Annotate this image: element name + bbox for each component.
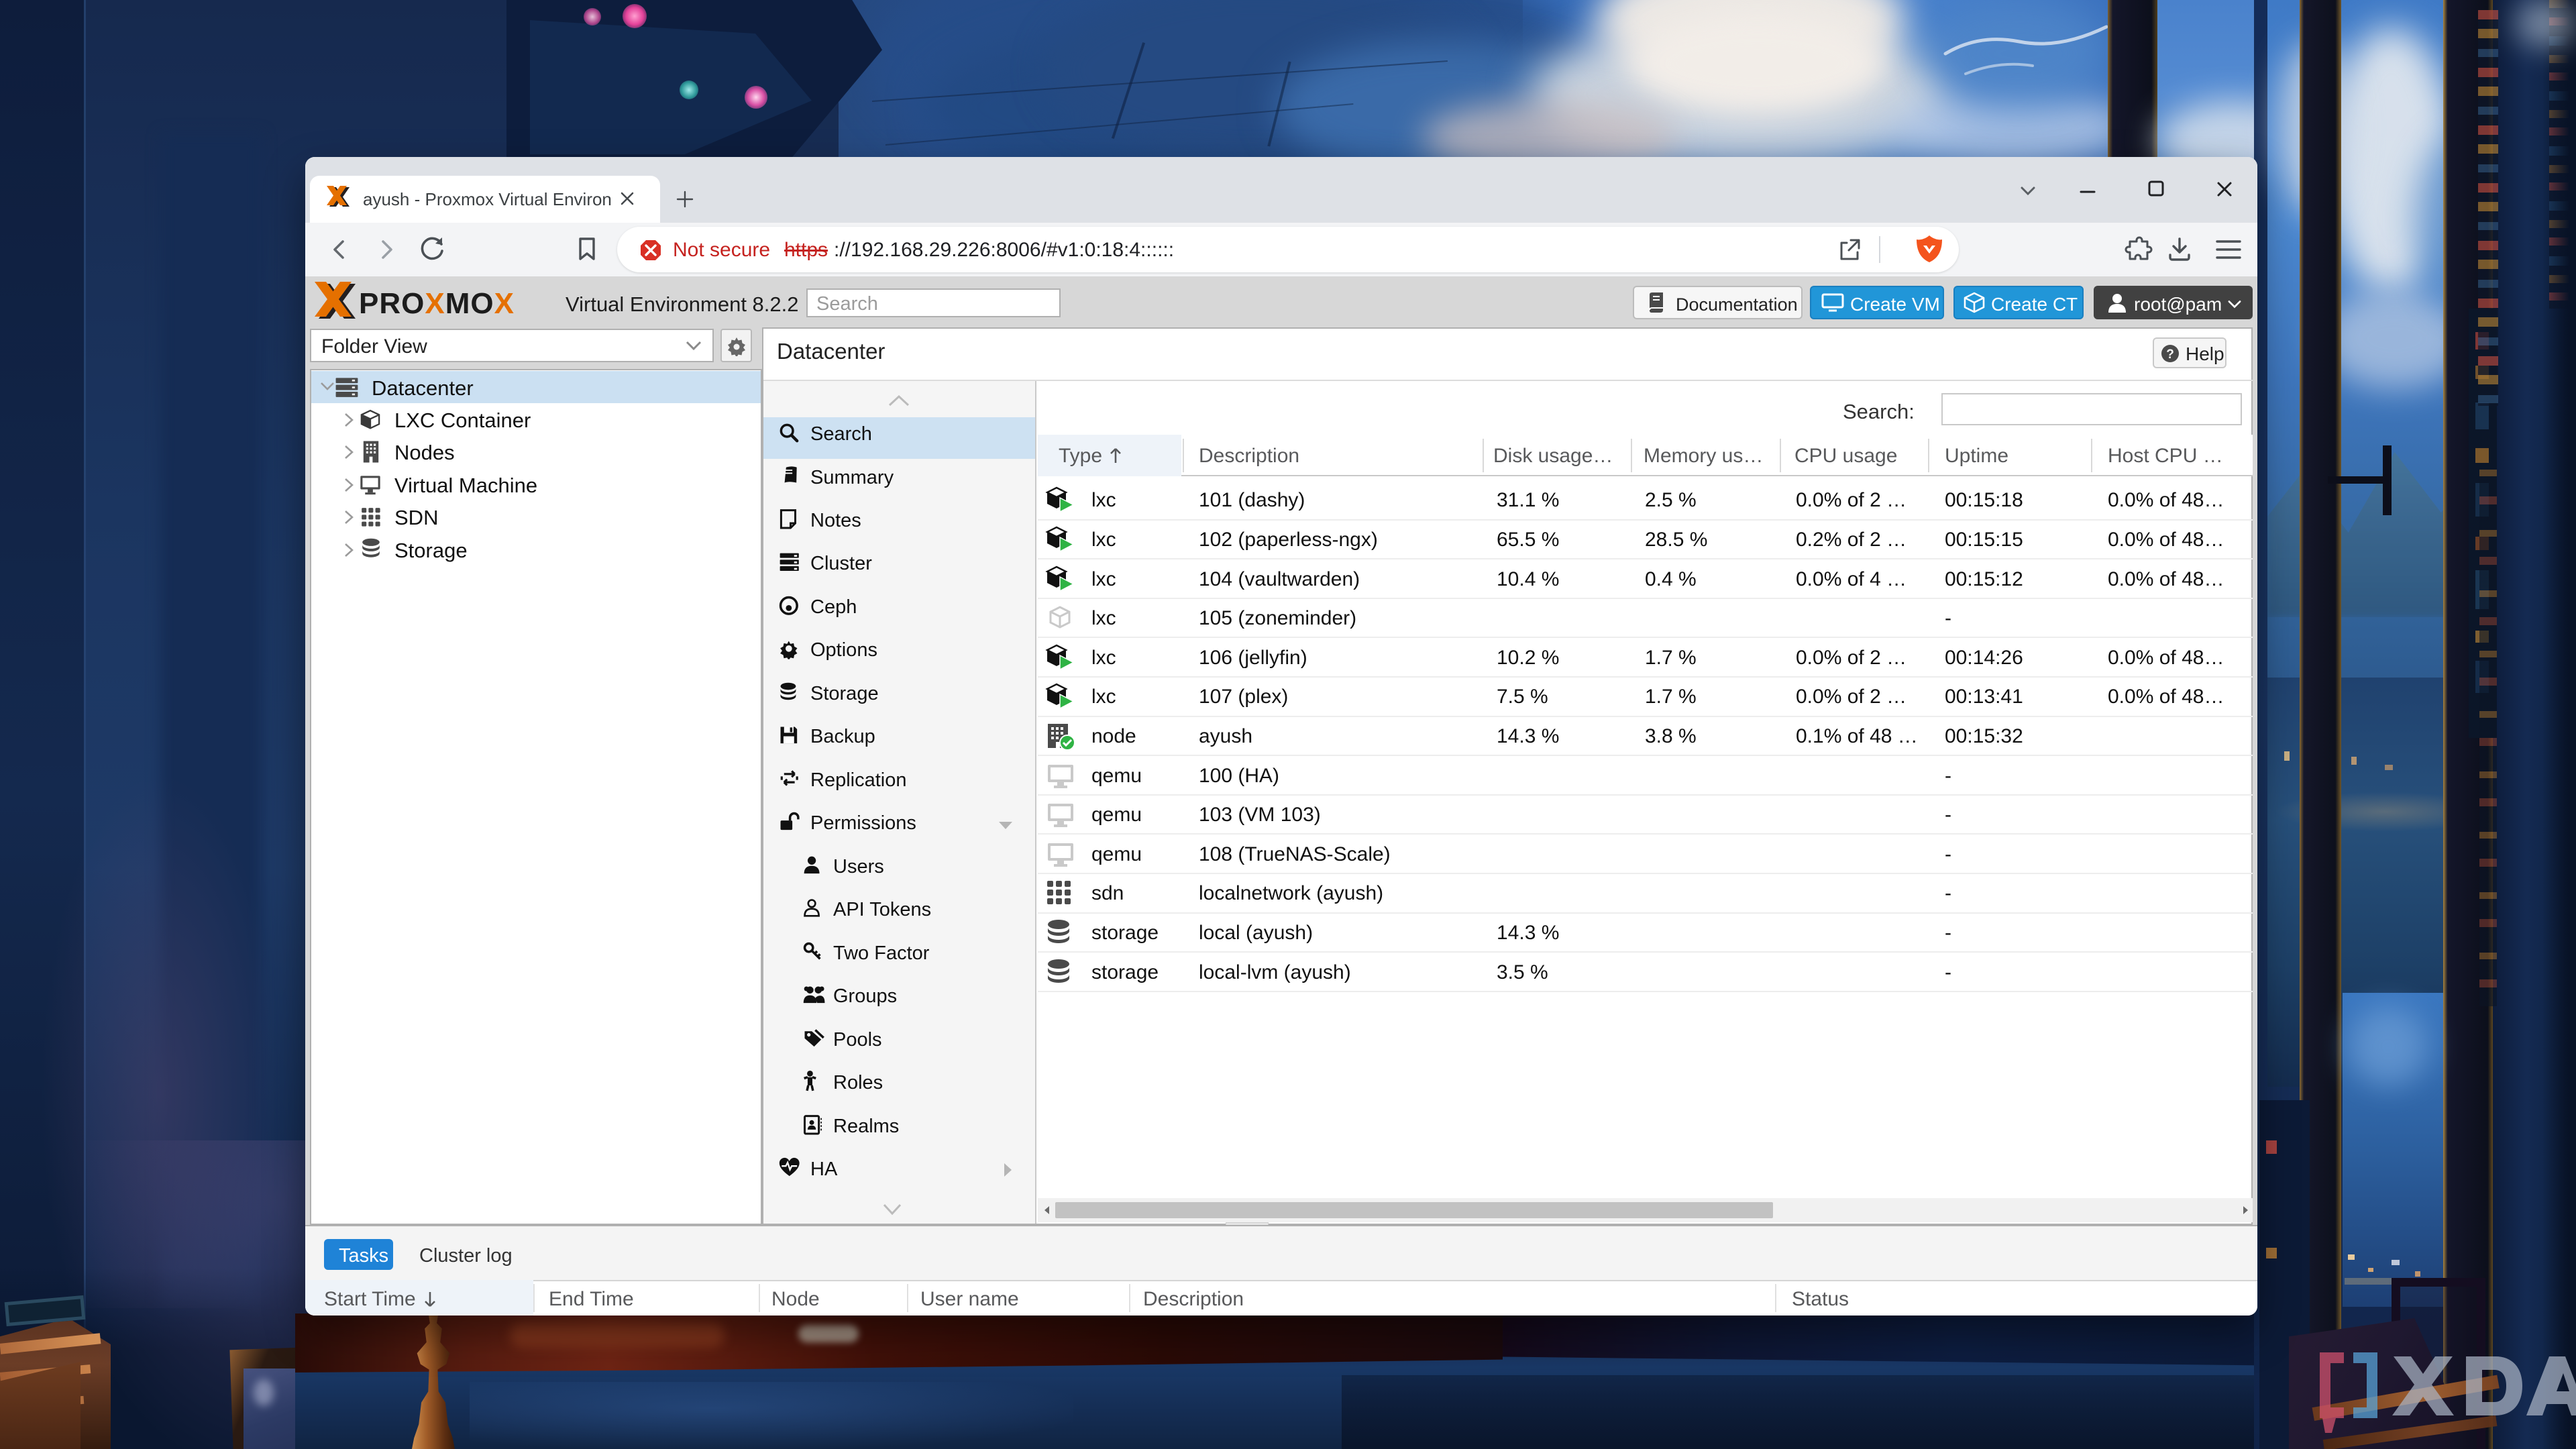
svg-text:?: ? <box>2166 347 2174 362</box>
